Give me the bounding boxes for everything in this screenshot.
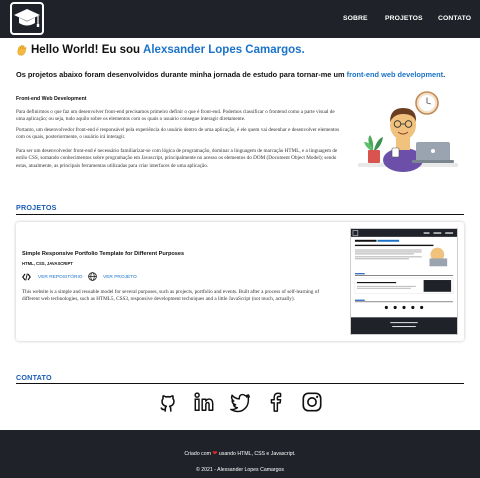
github-icon[interactable] <box>157 391 179 413</box>
author-name: Alexsander Lopes Camargos. <box>143 44 305 56</box>
section-divider <box>16 214 464 216</box>
projects-section-title: PROJETOS <box>16 203 57 212</box>
top-navbar: SOBRE PROJETOS CONTATO <box>0 0 480 38</box>
credits-suffix: usando HTML, CSS e Javascript. <box>217 451 296 457</box>
section-divider <box>16 383 464 385</box>
about-paragraph: Para ser um desenvolvedor front-end é ne… <box>16 148 338 169</box>
nav-contato[interactable]: CONTATO <box>438 15 471 22</box>
project-thumbnail[interactable] <box>350 228 458 335</box>
page-footer: Criado com ❤ usando HTML, CSS e Javascri… <box>0 430 480 478</box>
view-project-link[interactable]: VER PROJETO <box>103 275 137 280</box>
twitter-icon[interactable] <box>229 391 251 413</box>
page-title: Hello World! Eu sou Alexsander Lopes Cam… <box>16 44 305 56</box>
project-tech: HTML, CSS, JAVASCRIPT <box>22 261 73 266</box>
about-paragraph: Portanto, um desenvolvedor front-end é r… <box>16 127 340 141</box>
logo[interactable] <box>10 2 44 35</box>
subtitle-text: Os projetos abaixo foram desenvolvidos d… <box>16 70 347 79</box>
footer-copyright: © 2021 - Alexsander Lopes Camargos <box>195 467 285 473</box>
globe-icon <box>88 272 97 281</box>
about-title: Front-end Web Development <box>16 96 87 102</box>
nav-projetos[interactable]: PROJETOS <box>385 15 423 22</box>
footer-credits: Criado com ❤ usando HTML, CSS e Javascri… <box>0 450 480 457</box>
greeting-text: Hello World! Eu sou <box>31 44 141 56</box>
waving-hand-icon <box>17 44 27 56</box>
contact-section-title: CONTATO <box>16 373 52 382</box>
facebook-icon[interactable] <box>265 391 287 413</box>
linkedin-icon[interactable] <box>193 391 215 413</box>
project-description: This website is a simple and reusable mo… <box>22 289 320 302</box>
code-icon <box>22 273 31 281</box>
developer-illustration <box>358 91 458 172</box>
subtitle-suffix: . <box>443 70 446 79</box>
about-paragraph: Para definirmos o que faz um desenvolver… <box>16 109 335 123</box>
graduation-cap-icon <box>14 9 40 27</box>
credits-prefix: Criado com <box>184 451 213 457</box>
frontend-link[interactable]: front-end web development <box>347 70 444 79</box>
project-title: Simple Responsive Portfolio Template for… <box>22 251 185 257</box>
instagram-icon[interactable] <box>301 391 323 413</box>
intro-subtitle: Os projetos abaixo foram desenvolvidos d… <box>16 70 445 79</box>
view-repository-link[interactable]: VER REPOSITÓRIO <box>38 275 83 280</box>
nav-sobre[interactable]: SOBRE <box>343 15 368 22</box>
